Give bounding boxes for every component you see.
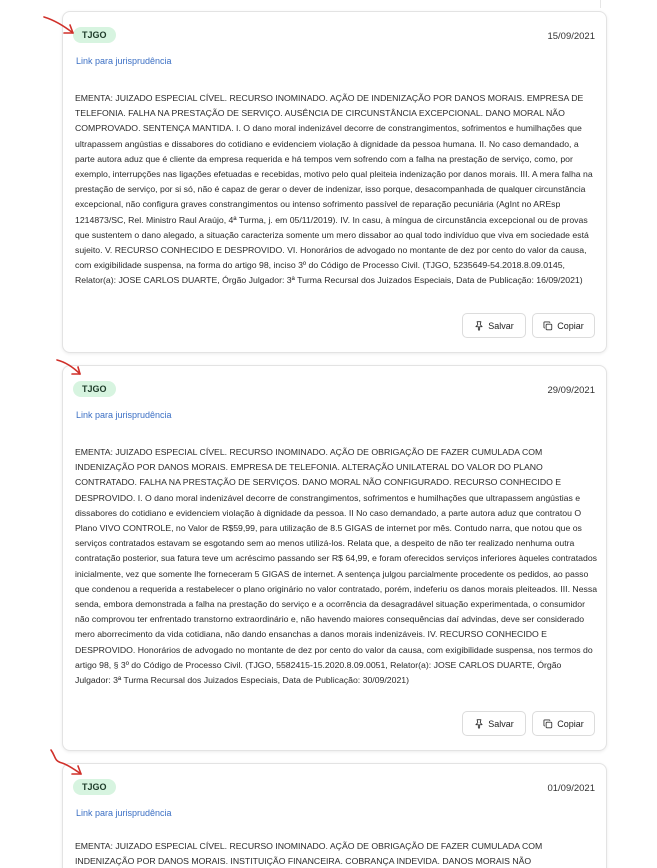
pin-icon bbox=[474, 718, 484, 729]
save-label: Salvar bbox=[488, 718, 514, 729]
save-button[interactable]: Salvar bbox=[462, 711, 526, 736]
copy-label: Copiar bbox=[557, 320, 584, 331]
copy-icon bbox=[543, 321, 553, 331]
save-button[interactable]: Salvar bbox=[462, 313, 526, 338]
jurisprudence-link[interactable]: Link para jurisprudência bbox=[76, 56, 172, 66]
copy-icon bbox=[543, 719, 553, 729]
card-actions: Salvar Copiar bbox=[462, 711, 595, 736]
result-date: 01/09/2021 bbox=[547, 783, 595, 794]
pin-icon bbox=[474, 320, 484, 331]
jurisprudence-link[interactable]: Link para jurisprudência bbox=[76, 808, 172, 818]
court-badge: TJGO bbox=[73, 381, 116, 397]
court-badge: TJGO bbox=[73, 779, 116, 795]
card-actions: Salvar Copiar bbox=[462, 313, 595, 338]
copy-button[interactable]: Copiar bbox=[532, 313, 595, 338]
annotation-arrow bbox=[55, 357, 85, 379]
copy-label: Copiar bbox=[557, 718, 584, 729]
ementa-text: EMENTA: JUIZADO ESPECIAL CÍVEL. RECURSO … bbox=[75, 93, 593, 286]
result-card: TJGO 29/09/2021 Link para jurisprudência… bbox=[62, 365, 607, 751]
result-date: 15/09/2021 bbox=[547, 31, 595, 42]
annotation-arrow bbox=[48, 747, 86, 779]
top-edge bbox=[0, 0, 657, 8]
court-badge: TJGO bbox=[73, 27, 116, 43]
copy-button[interactable]: Copiar bbox=[532, 711, 595, 736]
ementa-text: EMENTA: JUIZADO ESPECIAL CÍVEL. RECURSO … bbox=[75, 841, 543, 867]
ementa-text: EMENTA: JUIZADO ESPECIAL CÍVEL. RECURSO … bbox=[75, 447, 598, 686]
result-card: TJGO 15/09/2021 Link para jurisprudência… bbox=[62, 11, 607, 353]
annotation-arrow bbox=[42, 14, 78, 38]
result-card: TJGO 01/09/2021 Link para jurisprudência… bbox=[62, 763, 607, 868]
save-label: Salvar bbox=[488, 320, 514, 331]
result-date: 29/09/2021 bbox=[547, 385, 595, 396]
jurisprudence-link[interactable]: Link para jurisprudência bbox=[76, 410, 172, 420]
